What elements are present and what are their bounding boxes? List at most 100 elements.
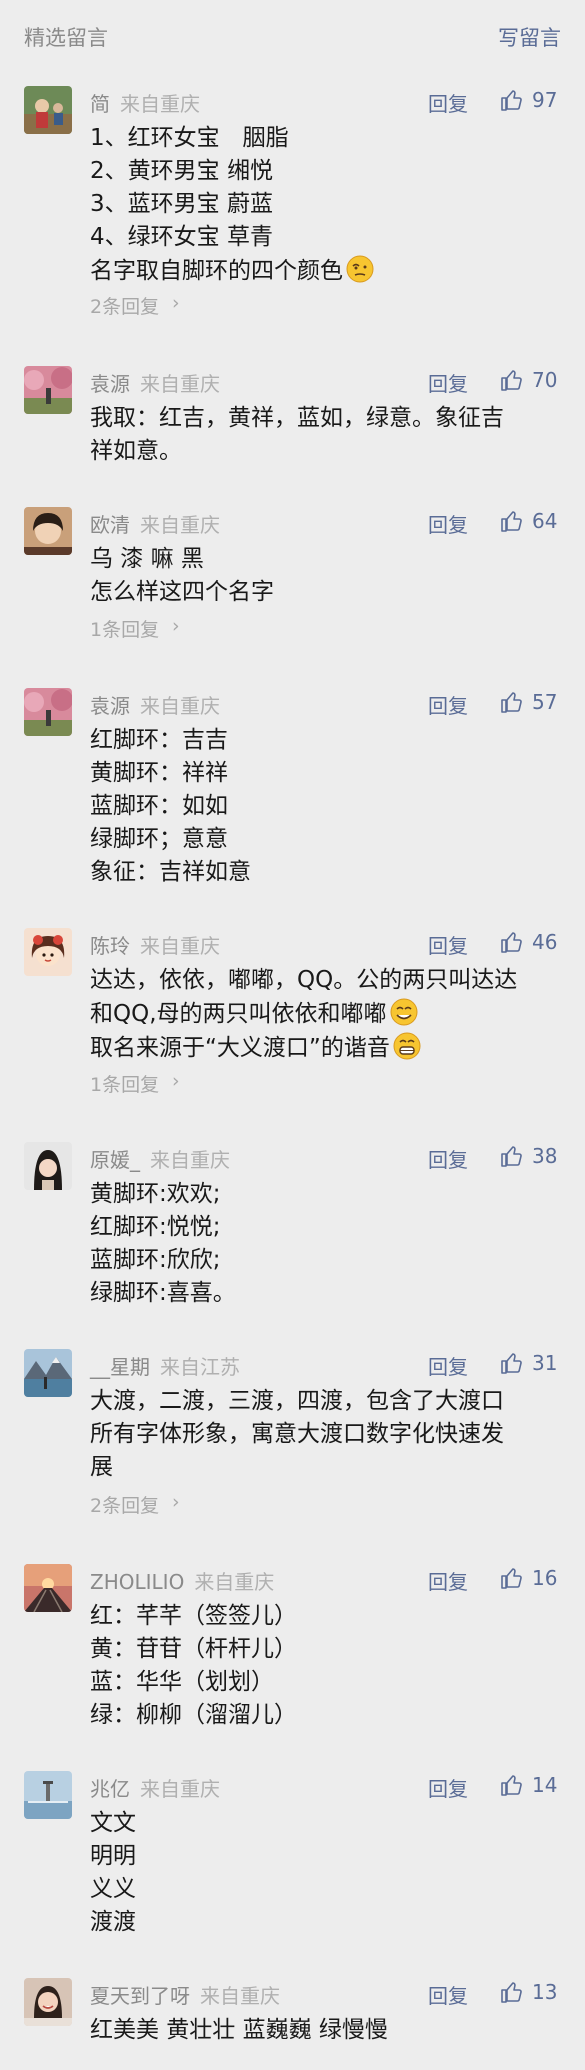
comment-line: 绿脚环:喜喜。	[90, 1280, 236, 1306]
like-button[interactable]: 64	[500, 507, 557, 535]
commenter-location: 来自重庆	[140, 934, 220, 958]
avatar[interactable]	[24, 366, 72, 414]
thumbs-up-icon	[501, 1146, 522, 1167]
comment-line: 乌 漆 嘛 黑	[90, 546, 204, 572]
commenter-name[interactable]: 袁源	[90, 694, 130, 718]
like-count: 16	[532, 1566, 558, 1590]
reply-button[interactable]: 回复	[428, 88, 468, 117]
comment-line: 义义	[90, 1876, 136, 1902]
commenter-name[interactable]: 简	[90, 92, 110, 116]
comment-line: 1、红环女宝 胭脂	[90, 125, 289, 151]
view-replies-link[interactable]: 1条回复	[90, 1070, 159, 1097]
thumbs-up-icon	[501, 511, 522, 532]
grinning-face-emoji-icon	[393, 1032, 421, 1060]
view-replies-link[interactable]: 1条回复	[90, 615, 159, 642]
avatar[interactable]	[24, 1771, 72, 1819]
thumbs-up-icon	[501, 932, 522, 953]
commenter-location: 来自重庆	[120, 92, 200, 116]
avatar[interactable]	[24, 1564, 72, 1612]
like-button[interactable]: 57	[500, 688, 557, 716]
comment-line: 红脚环:悦悦;	[90, 1214, 221, 1240]
like-button[interactable]: 46	[500, 928, 557, 956]
smiling-face-emoji-icon	[390, 998, 418, 1026]
comment-text: 1、红环女宝 胭脂 2、黄环男宝 缃悦 3、蓝环男宝 蔚蓝 4、绿环女宝 草青 …	[90, 122, 560, 288]
comment-line: 蓝脚环:欣欣;	[90, 1247, 221, 1273]
like-button[interactable]: 97	[500, 86, 557, 114]
like-button[interactable]: 16	[500, 1564, 557, 1592]
thumbs-up-icon	[501, 1775, 522, 1796]
comment-text: 乌 漆 嘛 黑 怎么样这四个名字	[90, 543, 560, 609]
like-count: 97	[532, 88, 558, 112]
reply-button[interactable]: 回复	[428, 1144, 468, 1173]
comment-line: 红脚环：吉吉	[90, 727, 228, 753]
commenter-name[interactable]: __星期	[90, 1355, 150, 1379]
commenter-location: 来自江苏	[160, 1355, 240, 1379]
comment-line: 红美美 黄壮壮 蓝巍巍 绿慢慢	[90, 2017, 388, 2043]
view-replies-link[interactable]: 2条回复	[90, 1491, 159, 1518]
comment-line: 黄：苷苷（杆杆儿）	[90, 1636, 297, 1662]
comment-line: 展	[90, 1454, 113, 1480]
comment-line: 4、绿环女宝 草青	[90, 224, 273, 250]
like-button[interactable]: 38	[500, 1142, 557, 1170]
commenter-location: 来自重庆	[150, 1148, 230, 1172]
comment-line: 取名来源于“大义渡口”的谐音	[90, 1031, 560, 1065]
commenter-name[interactable]: ZHOLILIO	[90, 1570, 184, 1594]
comment-line: 绿脚环；意意	[90, 826, 228, 852]
comment-text: 红脚环：吉吉 黄脚环：祥祥 蓝脚环：如如 绿脚环；意意 象征：吉祥如意	[90, 724, 560, 889]
comment-line: 红：芊芊（签签儿）	[90, 1603, 297, 1629]
like-count: 38	[532, 1144, 558, 1168]
featured-comments-title: 精选留言	[24, 26, 108, 50]
write-comment-link[interactable]: 写留言	[498, 22, 561, 52]
like-count: 57	[532, 690, 558, 714]
comment-line: 和QQ,母的两只叫依依和嘟嘟	[90, 997, 560, 1031]
commenter-name[interactable]: 兆亿	[90, 1777, 130, 1801]
avatar[interactable]	[24, 928, 72, 976]
avatar[interactable]	[24, 507, 72, 555]
like-button[interactable]: 13	[500, 1978, 557, 2006]
comment-line: 怎么样这四个名字	[90, 579, 274, 605]
commenter-name[interactable]: 袁源	[90, 372, 130, 396]
reply-button[interactable]: 回复	[428, 509, 468, 538]
avatar[interactable]	[24, 1978, 72, 2026]
like-count: 46	[532, 930, 558, 954]
comment-line: 黄脚环:欢欢;	[90, 1181, 221, 1207]
thumbs-up-icon	[501, 1568, 522, 1589]
comment-line: 我取：红吉，黄祥，蓝如，绿意。象征吉	[90, 405, 504, 431]
like-button[interactable]: 70	[500, 366, 557, 394]
comment-line: 所有字体形象，寓意大渡口数字化快速发	[90, 1421, 504, 1447]
thumbs-up-icon	[501, 370, 522, 391]
comment-text: 我取：红吉，黄祥，蓝如，绿意。象征吉 祥如意。	[90, 402, 560, 468]
reply-button[interactable]: 回复	[428, 930, 468, 959]
reply-button[interactable]: 回复	[428, 1980, 468, 2009]
like-count: 31	[532, 1351, 558, 1375]
chevron-right-icon: ›	[172, 292, 180, 314]
comment-line-text: 取名来源于“大义渡口”的谐音	[90, 1035, 390, 1061]
comment-line: 象征：吉祥如意	[90, 859, 251, 885]
like-button[interactable]: 31	[500, 1349, 557, 1377]
thumbs-up-icon	[501, 90, 522, 111]
like-count: 14	[532, 1773, 558, 1797]
view-replies-link[interactable]: 2条回复	[90, 292, 159, 319]
commenter-name[interactable]: 欧清	[90, 513, 130, 537]
comment-text: 大渡，二渡，三渡，四渡，包含了大渡口 所有字体形象，寓意大渡口数字化快速发 展	[90, 1385, 560, 1484]
avatar[interactable]	[24, 1349, 72, 1397]
commenter-name[interactable]: 原媛_	[90, 1148, 140, 1172]
avatar[interactable]	[24, 86, 72, 134]
comment-line-text: 名字取自脚环的四个颜色	[90, 258, 343, 284]
reply-button[interactable]: 回复	[428, 368, 468, 397]
avatar[interactable]	[24, 688, 72, 736]
reply-button[interactable]: 回复	[428, 1566, 468, 1595]
commenter-name[interactable]: 陈玲	[90, 934, 130, 958]
reply-button[interactable]: 回复	[428, 690, 468, 719]
reply-button[interactable]: 回复	[428, 1351, 468, 1380]
like-count: 13	[532, 1980, 558, 2004]
avatar[interactable]	[24, 1142, 72, 1190]
reply-button[interactable]: 回复	[428, 1773, 468, 1802]
commenter-name[interactable]: 夏天到了呀	[90, 1984, 190, 2008]
commenter-location: 来自重庆	[140, 513, 220, 537]
like-button[interactable]: 14	[500, 1771, 557, 1799]
comment-line: 3、蓝环男宝 蔚蓝	[90, 191, 273, 217]
thinking-face-emoji-icon	[346, 255, 374, 283]
commenter-location: 来自重庆	[200, 1984, 280, 2008]
comment-line: 祥如意。	[90, 438, 182, 464]
